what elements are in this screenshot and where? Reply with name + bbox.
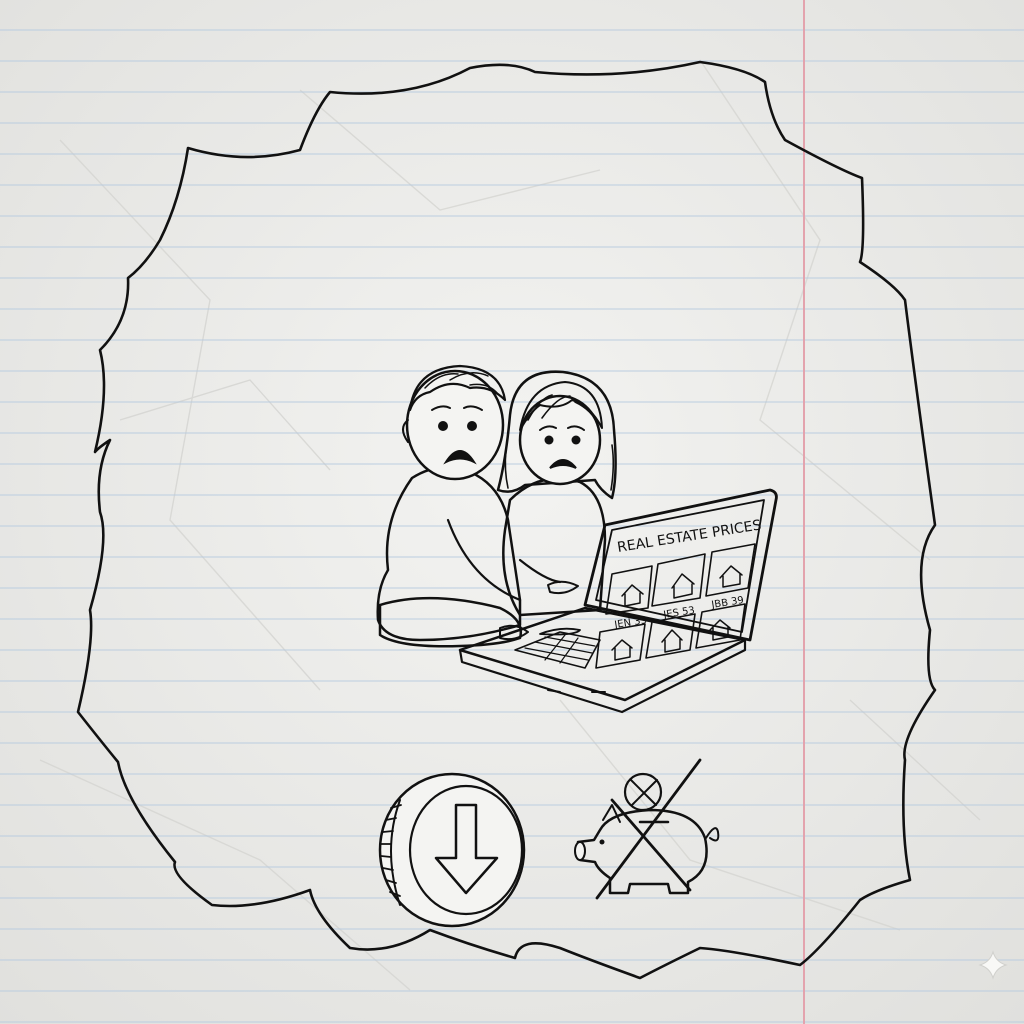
coin-down-arrow-icon [378,772,526,928]
notebook-page: REAL ESTATE PRICES JEN 33 JES 53 JBB 39 [0,0,1024,1024]
